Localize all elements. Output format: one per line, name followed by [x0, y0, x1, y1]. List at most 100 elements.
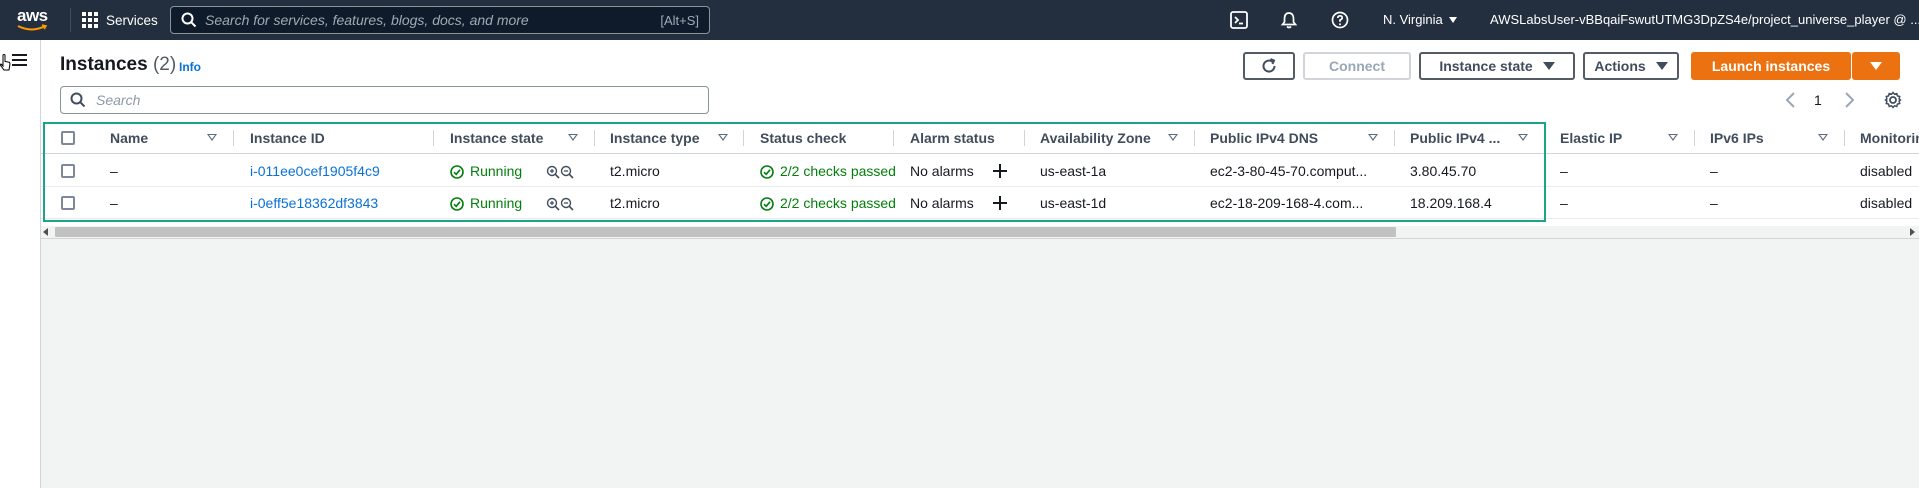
zoom-controls — [546, 155, 574, 187]
sort-icon[interactable] — [568, 134, 578, 141]
zoom-out-icon[interactable] — [560, 197, 574, 211]
column-header-name[interactable]: Name — [110, 122, 148, 154]
page-number[interactable]: 1 — [1814, 92, 1822, 108]
sort-icon[interactable] — [1368, 134, 1378, 141]
instance-filter-input[interactable] — [94, 91, 708, 109]
region-selector[interactable]: N. Virginia — [1383, 12, 1457, 27]
zoom-in-icon[interactable] — [546, 165, 560, 179]
search-icon — [181, 12, 197, 28]
table-row[interactable]: – i-011ee0cef1905f4c9 Running t2.micro 2… — [41, 155, 1919, 187]
caret-down-icon — [1542, 62, 1555, 70]
zoom-in-icon[interactable] — [546, 197, 560, 211]
column-header-public-ipv4[interactable]: Public IPv4 ... — [1410, 122, 1500, 154]
column-header-status-check[interactable]: Status check — [760, 122, 846, 154]
column-divider[interactable] — [1394, 130, 1395, 146]
info-link[interactable]: Info — [179, 60, 201, 74]
column-header-availability-zone[interactable]: Availability Zone — [1040, 122, 1151, 154]
caret-down-icon — [1655, 62, 1668, 70]
column-header-monitoring[interactable]: Monitoring — [1860, 122, 1919, 154]
instance-name: – — [110, 163, 118, 179]
next-page-icon[interactable] — [1842, 90, 1856, 110]
refresh-button[interactable] — [1243, 52, 1295, 80]
zoom-out-icon[interactable] — [560, 165, 574, 179]
column-divider[interactable] — [743, 130, 744, 146]
ipv6-ips: – — [1710, 163, 1718, 179]
sort-icon[interactable] — [1668, 134, 1678, 141]
menu-toggle-icon[interactable] — [12, 54, 27, 66]
aws-logo[interactable]: aws — [17, 6, 51, 34]
actions-label: Actions — [1594, 58, 1646, 74]
status-check-text: 2/2 checks passed — [780, 163, 896, 179]
instance-state-button[interactable]: Instance state — [1419, 52, 1575, 80]
page-title: Instances (2) — [60, 54, 176, 76]
column-header-ipv6-ips[interactable]: IPv6 IPs — [1710, 122, 1764, 154]
aws-smile-icon — [17, 24, 47, 31]
sort-icon[interactable] — [1518, 134, 1528, 141]
settings-gear-icon[interactable] — [1884, 91, 1902, 109]
elastic-ip: – — [1560, 195, 1568, 211]
global-search-input[interactable] — [205, 12, 661, 28]
cloudshell-icon[interactable] — [1230, 11, 1248, 29]
top-navigation: aws Services [Alt+S] N. Virginia — [0, 0, 1919, 40]
global-search[interactable]: [Alt+S] — [170, 6, 710, 34]
help-icon[interactable] — [1331, 11, 1349, 29]
add-alarm-icon[interactable] — [992, 163, 1008, 179]
actions-button[interactable]: Actions — [1583, 52, 1679, 80]
row-checkbox[interactable] — [61, 164, 75, 178]
instance-state-label: Instance state — [1439, 58, 1533, 74]
column-header-instance-id[interactable]: Instance ID — [250, 122, 325, 154]
column-divider[interactable] — [893, 130, 894, 146]
column-divider[interactable] — [1544, 130, 1545, 146]
instance-state-text: Running — [470, 163, 523, 179]
aws-logo-text: aws — [17, 6, 48, 25]
launch-instances-button[interactable]: Launch instances — [1691, 52, 1851, 80]
column-divider[interactable] — [1694, 130, 1695, 146]
add-alarm-icon[interactable] — [992, 195, 1008, 211]
public-ipv4: 3.80.45.70 — [1410, 163, 1477, 179]
account-menu[interactable]: AWSLabsUser-vBBqaiFswutUTMG3DpZS4e/proje… — [1490, 12, 1919, 27]
column-header-instance-state[interactable]: Instance state — [450, 122, 543, 154]
previous-page-icon[interactable] — [1784, 90, 1798, 110]
scroll-right-icon[interactable] — [1910, 228, 1915, 236]
instance-id-link[interactable]: i-0eff5e18362df3843 — [250, 187, 378, 219]
sort-icon[interactable] — [1818, 134, 1828, 141]
search-icon — [70, 92, 86, 108]
column-header-public-dns[interactable]: Public IPv4 DNS — [1210, 122, 1318, 154]
monitoring: disabled — [1860, 163, 1913, 179]
horizontal-scrollbar[interactable] — [41, 226, 1919, 238]
sort-icon[interactable] — [207, 134, 217, 141]
table-row[interactable]: – i-0eff5e18362df3843 Running t2.micro 2… — [41, 187, 1919, 219]
column-divider[interactable] — [1844, 130, 1845, 146]
column-divider[interactable] — [233, 130, 234, 146]
status-check-text: 2/2 checks passed — [780, 195, 896, 211]
scroll-left-icon[interactable] — [43, 228, 48, 236]
instance-id-link[interactable]: i-011ee0cef1905f4c9 — [250, 155, 380, 187]
column-divider[interactable] — [1194, 130, 1195, 146]
column-divider[interactable] — [433, 130, 434, 146]
launch-dropdown-button[interactable] — [1852, 52, 1900, 80]
notifications-bell-icon[interactable] — [1280, 11, 1298, 29]
zoom-controls — [546, 187, 574, 219]
left-rail — [0, 40, 41, 488]
instance-type: t2.micro — [610, 163, 660, 179]
column-header-elastic-ip[interactable]: Elastic IP — [1560, 122, 1622, 154]
services-menu-button[interactable]: Services — [82, 10, 158, 30]
column-divider[interactable] — [594, 130, 595, 146]
grid-menu-icon — [82, 12, 98, 28]
connect-button[interactable]: Connect — [1303, 52, 1411, 80]
search-shortcut-hint: [Alt+S] — [660, 12, 699, 28]
column-header-instance-type[interactable]: Instance type — [610, 122, 699, 154]
row-checkbox[interactable] — [61, 196, 75, 210]
monitoring: disabled — [1860, 195, 1913, 211]
column-header-alarm-status[interactable]: Alarm status — [910, 122, 995, 154]
instance-state-cell: Running — [450, 155, 522, 187]
instance-filter[interactable] — [60, 86, 709, 114]
sort-icon[interactable] — [718, 134, 728, 141]
sort-icon[interactable] — [1168, 134, 1178, 141]
column-divider[interactable] — [1024, 130, 1025, 146]
scrollbar-thumb[interactable] — [55, 227, 1396, 237]
select-all-checkbox[interactable] — [61, 131, 75, 145]
refresh-icon — [1262, 58, 1276, 73]
table-header: Name Instance ID Instance state Instance… — [41, 122, 1919, 154]
public-dns: ec2-18-209-168-4.com... — [1210, 195, 1364, 211]
